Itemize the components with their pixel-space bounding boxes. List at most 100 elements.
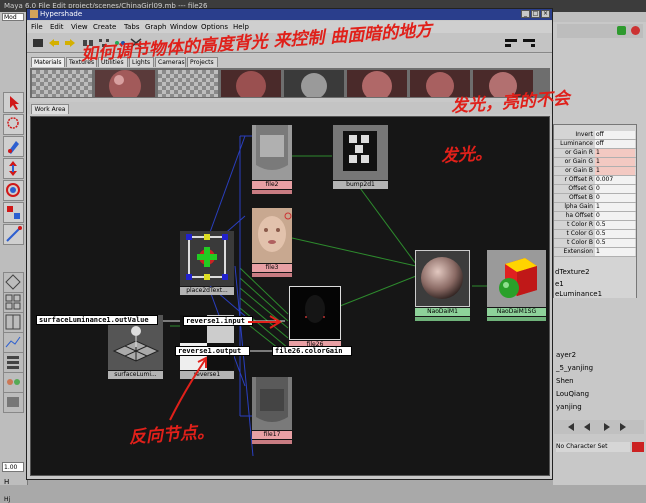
attribute-row[interactable]: Invert off	[554, 131, 636, 141]
attribute-row[interactable]: r Offset R 0.007	[554, 176, 636, 186]
node-file26[interactable]	[289, 286, 341, 340]
move-tool-icon[interactable]	[3, 158, 24, 179]
right-line-1: dTexture2	[555, 268, 590, 276]
node-file3-label: file3	[252, 264, 292, 272]
right-line-2: e1	[555, 280, 564, 288]
tear-off-icon[interactable]	[32, 38, 44, 48]
layer-item[interactable]: yanjing	[556, 403, 582, 411]
menu-edit[interactable]: Edit	[50, 23, 64, 31]
attribute-label: Extension	[563, 248, 593, 255]
menu-tabs[interactable]: Tabs	[124, 23, 140, 31]
attribute-value-field[interactable]: 0.5	[595, 239, 635, 247]
playback-controls[interactable]	[554, 420, 644, 434]
swatch-skin-2[interactable]	[221, 70, 281, 97]
attribute-value-field[interactable]: 0	[595, 212, 635, 220]
attribute-row[interactable]: lpha Gain 1	[554, 203, 636, 213]
layout-side-icon[interactable]	[3, 312, 24, 333]
back-arrow-icon[interactable]	[48, 38, 60, 48]
tab-materials[interactable]: Materials	[31, 57, 65, 67]
attribute-row[interactable]: Offset B0	[554, 194, 636, 204]
node-file17-bar	[252, 440, 292, 444]
swatch-skin-3[interactable]	[347, 70, 407, 97]
layout-hypershade-icon[interactable]	[3, 372, 24, 393]
attribute-value-field[interactable]: 0	[595, 194, 635, 202]
attribute-row[interactable]: t Color B 0.5	[554, 239, 636, 249]
node-file2[interactable]	[252, 125, 292, 180]
layout-outliner-icon[interactable]	[3, 352, 24, 373]
attribute-value-field[interactable]: off	[595, 131, 635, 139]
node-bump2d1[interactable]	[333, 125, 388, 180]
attribute-row[interactable]: t Color R 0.5	[554, 221, 636, 231]
attribute-value-field[interactable]: 1	[595, 248, 635, 256]
attribute-label: or Gain R	[565, 149, 593, 156]
layout-top-icon[interactable]	[505, 38, 517, 48]
swatch-skin-1[interactable]	[95, 70, 155, 97]
attribute-row[interactable]: Luminance off	[554, 140, 636, 150]
swatch-checker-2[interactable]	[158, 70, 218, 97]
paint-tool-icon[interactable]	[3, 136, 24, 157]
node-file3[interactable]	[252, 208, 292, 263]
menu-view[interactable]: View	[71, 23, 88, 31]
layer-item[interactable]: ayer2	[556, 351, 576, 359]
layer-item[interactable]: Shen	[556, 377, 574, 385]
attribute-label: or Gain B	[565, 167, 593, 174]
layout-render-icon[interactable]	[3, 392, 24, 413]
node-naodaim1sg[interactable]	[487, 250, 546, 307]
attribute-label: t Color B	[567, 239, 593, 246]
node-naodaim1[interactable]	[415, 250, 470, 307]
layer-item[interactable]: _5_yanjing	[556, 364, 593, 372]
menu-graph[interactable]: Graph	[145, 23, 166, 31]
maximize-button[interactable]: □	[531, 10, 540, 18]
node-naodaim1-bar	[415, 317, 470, 321]
attribute-value-field[interactable]: 1	[595, 149, 635, 157]
menu-file[interactable]: File	[31, 23, 43, 31]
attribute-value-field[interactable]: 0	[595, 185, 635, 193]
attribute-value-field[interactable]: 0.5	[595, 221, 635, 229]
tab-work-area[interactable]: Work Area	[31, 104, 69, 114]
attribute-value-field[interactable]: 0.5	[595, 230, 635, 238]
manipulator-tool-icon[interactable]	[3, 224, 24, 245]
layout-graph-icon[interactable]	[3, 332, 24, 353]
time-field[interactable]: 1.00	[2, 462, 24, 472]
attribute-label: Luminance	[560, 140, 593, 147]
layout-four-icon[interactable]	[3, 292, 24, 313]
attribute-value-field[interactable]: 1	[595, 158, 635, 166]
hypershade-title-bar[interactable]	[27, 9, 552, 20]
close-button[interactable]: ×	[541, 10, 550, 18]
attribute-row[interactable]: ha Offset 0	[554, 212, 636, 222]
attribute-row[interactable]: Extension 1	[554, 248, 636, 258]
attribute-row[interactable]: or Gain R1	[554, 149, 636, 159]
attribute-row[interactable]: Offset G0	[554, 185, 636, 195]
attribute-value-field[interactable]: off	[595, 140, 635, 148]
node-file2-bar	[252, 190, 292, 194]
forward-arrow-icon[interactable]	[64, 38, 76, 48]
node-place2dtexture[interactable]	[180, 231, 234, 286]
hypershade-window-icon	[30, 10, 38, 18]
layout-split-icon[interactable]	[523, 38, 535, 48]
minimize-button[interactable]: _	[521, 10, 530, 18]
menu-window[interactable]: Window	[170, 23, 198, 31]
layout-single-icon[interactable]	[3, 272, 24, 293]
attribute-row[interactable]: t Color G 0.5	[554, 230, 636, 240]
character-set-field[interactable]: No Character Set	[556, 442, 630, 452]
select-tool-icon[interactable]	[3, 92, 24, 113]
attribute-row[interactable]: or Gain B1	[554, 167, 636, 177]
green-icon[interactable]	[617, 26, 626, 35]
menu-create[interactable]: Create	[93, 23, 116, 31]
key-icon[interactable]	[632, 442, 644, 452]
scale-tool-icon[interactable]	[3, 202, 24, 223]
node-naodaim1-label: NaoDaiM1	[415, 308, 470, 316]
attribute-row[interactable]: or Gain G1	[554, 158, 636, 168]
attribute-value-field[interactable]: 1	[595, 167, 635, 175]
attribute-value-field[interactable]: 0.007	[595, 176, 635, 184]
rotate-tool-icon[interactable]	[3, 180, 24, 201]
tab-projects[interactable]: Projects	[187, 57, 218, 67]
red-icon[interactable]	[631, 26, 640, 35]
mode-field[interactable]: Mod	[2, 13, 24, 21]
swatch-dark[interactable]	[284, 70, 344, 97]
layer-item[interactable]: LouQiang	[556, 390, 589, 398]
swatch-checker-1[interactable]	[32, 70, 92, 97]
lasso-tool-icon[interactable]	[3, 114, 24, 135]
attribute-label: Offset G	[568, 185, 593, 192]
attribute-value-field[interactable]: 1	[595, 203, 635, 211]
